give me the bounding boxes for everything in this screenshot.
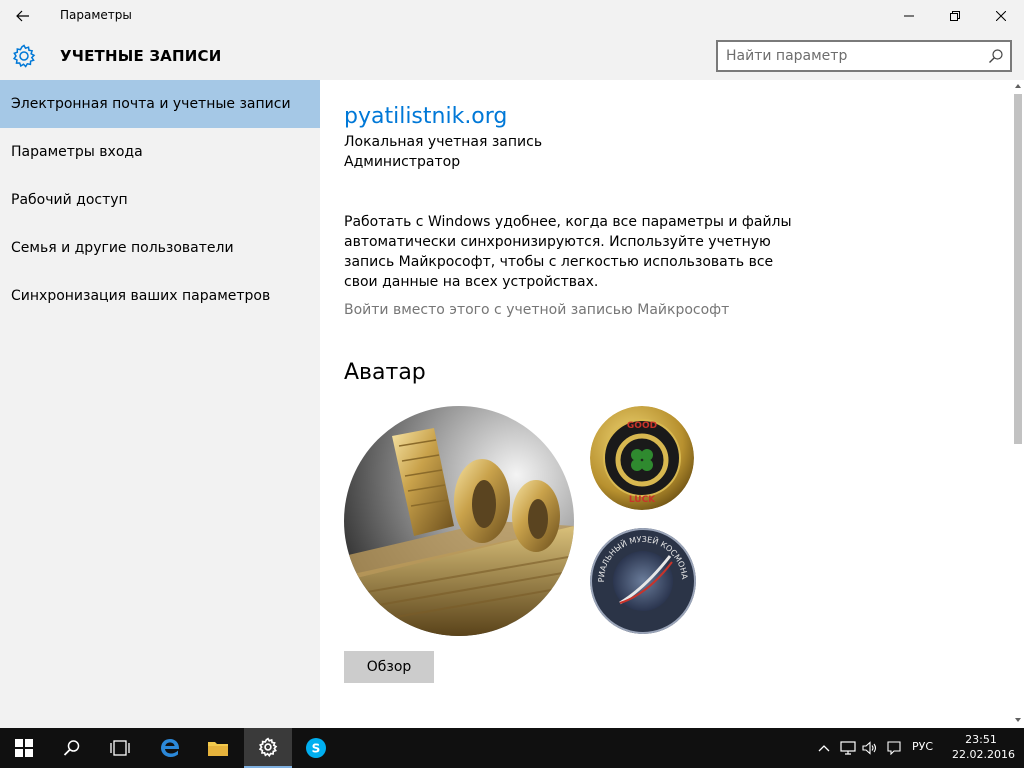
clock-date: 22.02.2016	[952, 748, 1015, 761]
tray-chevron-up-icon[interactable]	[816, 740, 832, 756]
sidebar-item-email-accounts[interactable]: Электронная почта и учетные записи	[0, 80, 320, 128]
gear-icon	[12, 44, 36, 68]
taskbar: S РУС 23:51 22.02.2016	[0, 728, 1024, 768]
sidebar-item-sync-settings[interactable]: Синхронизация ваших параметров	[0, 272, 320, 320]
svg-text:S: S	[312, 742, 321, 756]
close-button[interactable]	[978, 0, 1024, 32]
search-box[interactable]	[716, 40, 1012, 72]
museum-badge-image: МЕМОРИАЛЬНЫЙ МУЗЕЙ КОСМОНАВТИКИ	[590, 528, 696, 634]
arrow-left-icon	[16, 10, 29, 22]
notification-icon[interactable]	[886, 740, 902, 756]
account-name: pyatilistnik.org	[344, 104, 508, 129]
skype-icon: S	[306, 738, 326, 758]
search-icon[interactable]	[988, 48, 1004, 64]
title-bar: Параметры	[0, 0, 1024, 32]
settings-taskbar-button[interactable]	[244, 728, 292, 768]
folder-icon	[208, 742, 228, 756]
avatar-100-image	[344, 406, 574, 636]
scroll-up-icon[interactable]	[1014, 82, 1022, 90]
avatar-heading: Аватар	[344, 360, 426, 385]
windows-logo-icon	[15, 739, 33, 757]
clock[interactable]: 23:51 22.02.2016	[952, 732, 1015, 762]
task-view-button[interactable]	[96, 728, 144, 768]
restore-icon	[950, 11, 960, 21]
skype-button[interactable]: S	[292, 728, 340, 768]
account-type: Локальная учетная запись	[344, 134, 543, 150]
magnifier-icon	[63, 740, 80, 756]
scrollbar[interactable]	[1012, 80, 1024, 728]
input-language[interactable]: РУС	[912, 740, 933, 753]
sync-description: Работать с Windows удобнее, когда все па…	[344, 214, 792, 290]
clock-time: 23:51	[965, 733, 997, 746]
file-explorer-button[interactable]	[194, 728, 242, 768]
minimize-icon	[904, 15, 914, 17]
window-title: Параметры	[60, 8, 132, 22]
browse-button[interactable]: Обзор	[344, 651, 434, 683]
avatar-recent-good-luck[interactable]: GOOD LUCK	[590, 406, 694, 510]
network-icon[interactable]	[840, 740, 856, 756]
close-icon	[996, 11, 1006, 21]
account-role: Администратор	[344, 154, 461, 170]
sidebar-item-sign-in-options[interactable]: Параметры входа	[0, 128, 320, 176]
microsoft-account-link[interactable]: Войти вместо этого с учетной записью Май…	[344, 302, 729, 318]
restore-button[interactable]	[932, 0, 978, 32]
avatar-recent-museum[interactable]: МЕМОРИАЛЬНЫЙ МУЗЕЙ КОСМОНАВТИКИ	[590, 528, 696, 634]
edge-button[interactable]	[146, 728, 194, 768]
scroll-thumb[interactable]	[1014, 94, 1022, 444]
good-luck-coin-image: GOOD LUCK	[590, 406, 694, 510]
search-taskbar-button[interactable]	[48, 728, 96, 768]
settings-gear-icon	[258, 737, 278, 757]
volume-icon[interactable]	[862, 740, 878, 756]
edge-icon	[161, 739, 180, 757]
sidebar-item-family-users[interactable]: Семья и другие пользователи	[0, 224, 320, 272]
coin-top-text: GOOD	[627, 421, 657, 431]
avatar-current	[344, 406, 574, 636]
content-panel: pyatilistnik.org Локальная учетная запис…	[320, 80, 1024, 728]
minimize-button[interactable]	[886, 0, 932, 32]
back-button[interactable]	[8, 4, 38, 28]
sidebar-item-work-access[interactable]: Рабочий доступ	[0, 176, 320, 224]
search-input[interactable]	[726, 46, 976, 66]
start-button[interactable]	[0, 728, 48, 768]
page-title: УЧЕТНЫЕ ЗАПИСИ	[60, 47, 222, 65]
sidebar: Электронная почта и учетные записи Парам…	[0, 80, 320, 320]
scroll-down-icon[interactable]	[1014, 716, 1022, 724]
coin-bottom-text: LUCK	[629, 495, 656, 505]
task-view-icon	[110, 740, 130, 756]
